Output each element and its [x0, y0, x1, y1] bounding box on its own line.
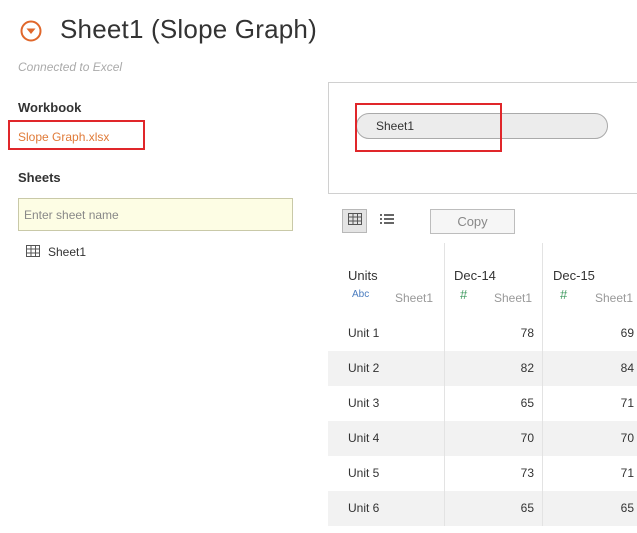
column-header-dec-14[interactable]: Dec-14	[454, 268, 496, 283]
cell-dec-15: 69	[620, 326, 634, 340]
cell-unit-name: Unit 6	[348, 501, 380, 515]
grid-view-icon	[347, 212, 362, 230]
column-source-label: Sheet1	[395, 291, 434, 305]
table-icon	[26, 244, 40, 260]
cell-dec-14: 73	[520, 466, 534, 480]
sheet-search-input[interactable]	[18, 198, 293, 231]
cell-unit-name: Unit 3	[348, 396, 380, 410]
column-source-label: Sheet1	[494, 291, 533, 305]
cell-dec-14: 70	[520, 431, 534, 445]
cell-unit-name: Unit 4	[348, 431, 380, 445]
grid-view-button[interactable]	[342, 209, 367, 233]
cell-dec-15: 71	[620, 466, 634, 480]
sheet-list-item[interactable]: Sheet1	[26, 243, 86, 261]
cell-dec-14: 65	[520, 396, 534, 410]
table-row: Unit 3 65 71	[328, 386, 637, 421]
table-row: Unit 2 82 84	[328, 351, 637, 386]
column-source-label: Sheet1	[595, 291, 634, 305]
cell-dec-15: 84	[620, 361, 634, 375]
copy-button[interactable]: Copy	[430, 209, 515, 234]
cell-dec-15: 65	[620, 501, 634, 515]
cell-unit-name: Unit 2	[348, 361, 380, 375]
table-row: Unit 5 73 71	[328, 456, 637, 491]
table-row: Unit 6 65 65	[328, 491, 637, 526]
column-separator	[542, 243, 543, 316]
sheets-heading: Sheets	[18, 170, 61, 185]
workbook-highlight-box	[8, 120, 145, 150]
column-header-units[interactable]: Units	[348, 268, 378, 283]
cell-dec-15: 70	[620, 431, 634, 445]
list-view-icon	[379, 212, 394, 230]
table-row: Unit 4 70 70	[328, 421, 637, 456]
cell-unit-name: Unit 1	[348, 326, 380, 340]
number-type-icon[interactable]: #	[560, 287, 567, 302]
list-view-button[interactable]	[374, 209, 399, 233]
sheet-pill-highlight-box	[355, 103, 502, 152]
table-row: Unit 1 78 69	[328, 316, 637, 351]
data-grid: Units Abc Sheet1 Dec-14 # Sheet1 Dec-15 …	[328, 243, 637, 533]
column-header-dec-15[interactable]: Dec-15	[553, 268, 595, 283]
grid-header: Units Abc Sheet1 Dec-14 # Sheet1 Dec-15 …	[328, 243, 637, 316]
string-type-icon[interactable]: Abc	[352, 289, 369, 300]
dropdown-circle-icon[interactable]	[20, 20, 42, 42]
connection-status: Connected to Excel	[18, 60, 123, 74]
cell-dec-14: 82	[520, 361, 534, 375]
cell-dec-14: 78	[520, 326, 534, 340]
cell-dec-14: 65	[520, 501, 534, 515]
workbook-heading: Workbook	[18, 100, 82, 115]
cell-unit-name: Unit 5	[348, 466, 380, 480]
column-separator	[444, 243, 445, 316]
sheet-list-item-label: Sheet1	[48, 245, 87, 259]
page-title: Sheet1 (Slope Graph)	[60, 14, 317, 44]
number-type-icon[interactable]: #	[460, 287, 467, 302]
cell-dec-15: 71	[620, 396, 634, 410]
